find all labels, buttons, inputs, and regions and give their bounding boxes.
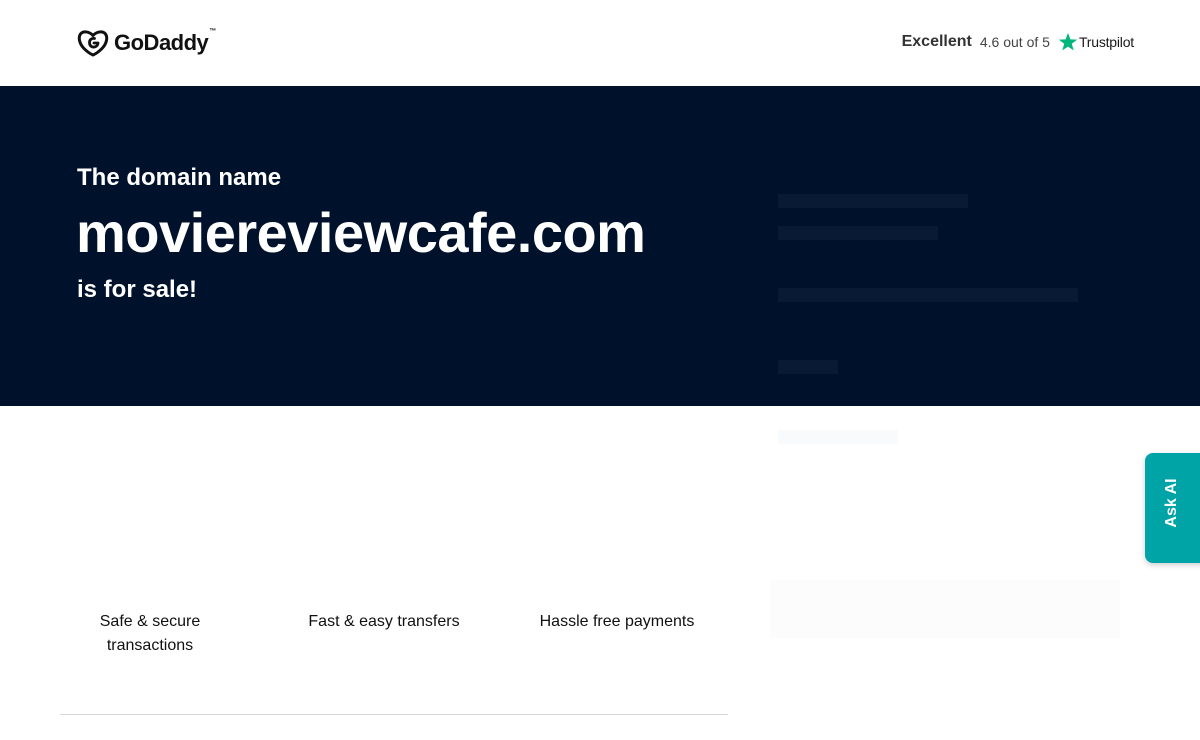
godaddy-logo[interactable]: GoDaddy™ — [77, 28, 216, 58]
trustpilot-rating[interactable]: Excellent 4.6 out of 5 Trustpilot — [902, 30, 1134, 54]
feature-safe-secure: Safe & secure transactions — [99, 613, 201, 654]
ask-ai-button[interactable]: Ask AI — [1145, 453, 1200, 563]
feature-hassle-free: Hassle free payments — [539, 613, 695, 630]
trustpilot-star-icon — [1058, 32, 1078, 52]
hero-intro: The domain name — [77, 164, 282, 191]
feature-list: Safe & secure transactions Fast & easy t… — [60, 610, 728, 670]
trustpilot-brand: Trustpilot — [1078, 34, 1134, 50]
site-header: GoDaddy™ Excellent 4.6 out of 5 Trustpil… — [0, 0, 1200, 86]
domain-name: moviereviewcafe.com — [76, 201, 646, 264]
rating-word: Excellent — [901, 33, 972, 50]
logo-wordmark: GoDaddy™ — [114, 28, 216, 55]
godaddy-logo-icon — [77, 28, 109, 58]
feature-fast-transfers: Fast & easy transfers — [308, 613, 460, 630]
rating-score: 4.6 out of 5 — [979, 34, 1050, 50]
page: GoDaddy™ Excellent 4.6 out of 5 Trustpil… — [0, 0, 1200, 740]
ask-ai-label: Ask AI — [1163, 478, 1180, 528]
hero-banner: The domain name moviereviewcafe.com is f… — [0, 86, 1200, 406]
hero-for-sale: is for sale! — [77, 276, 198, 303]
section-divider — [60, 714, 728, 715]
logo-trademark: ™ — [209, 28, 216, 35]
